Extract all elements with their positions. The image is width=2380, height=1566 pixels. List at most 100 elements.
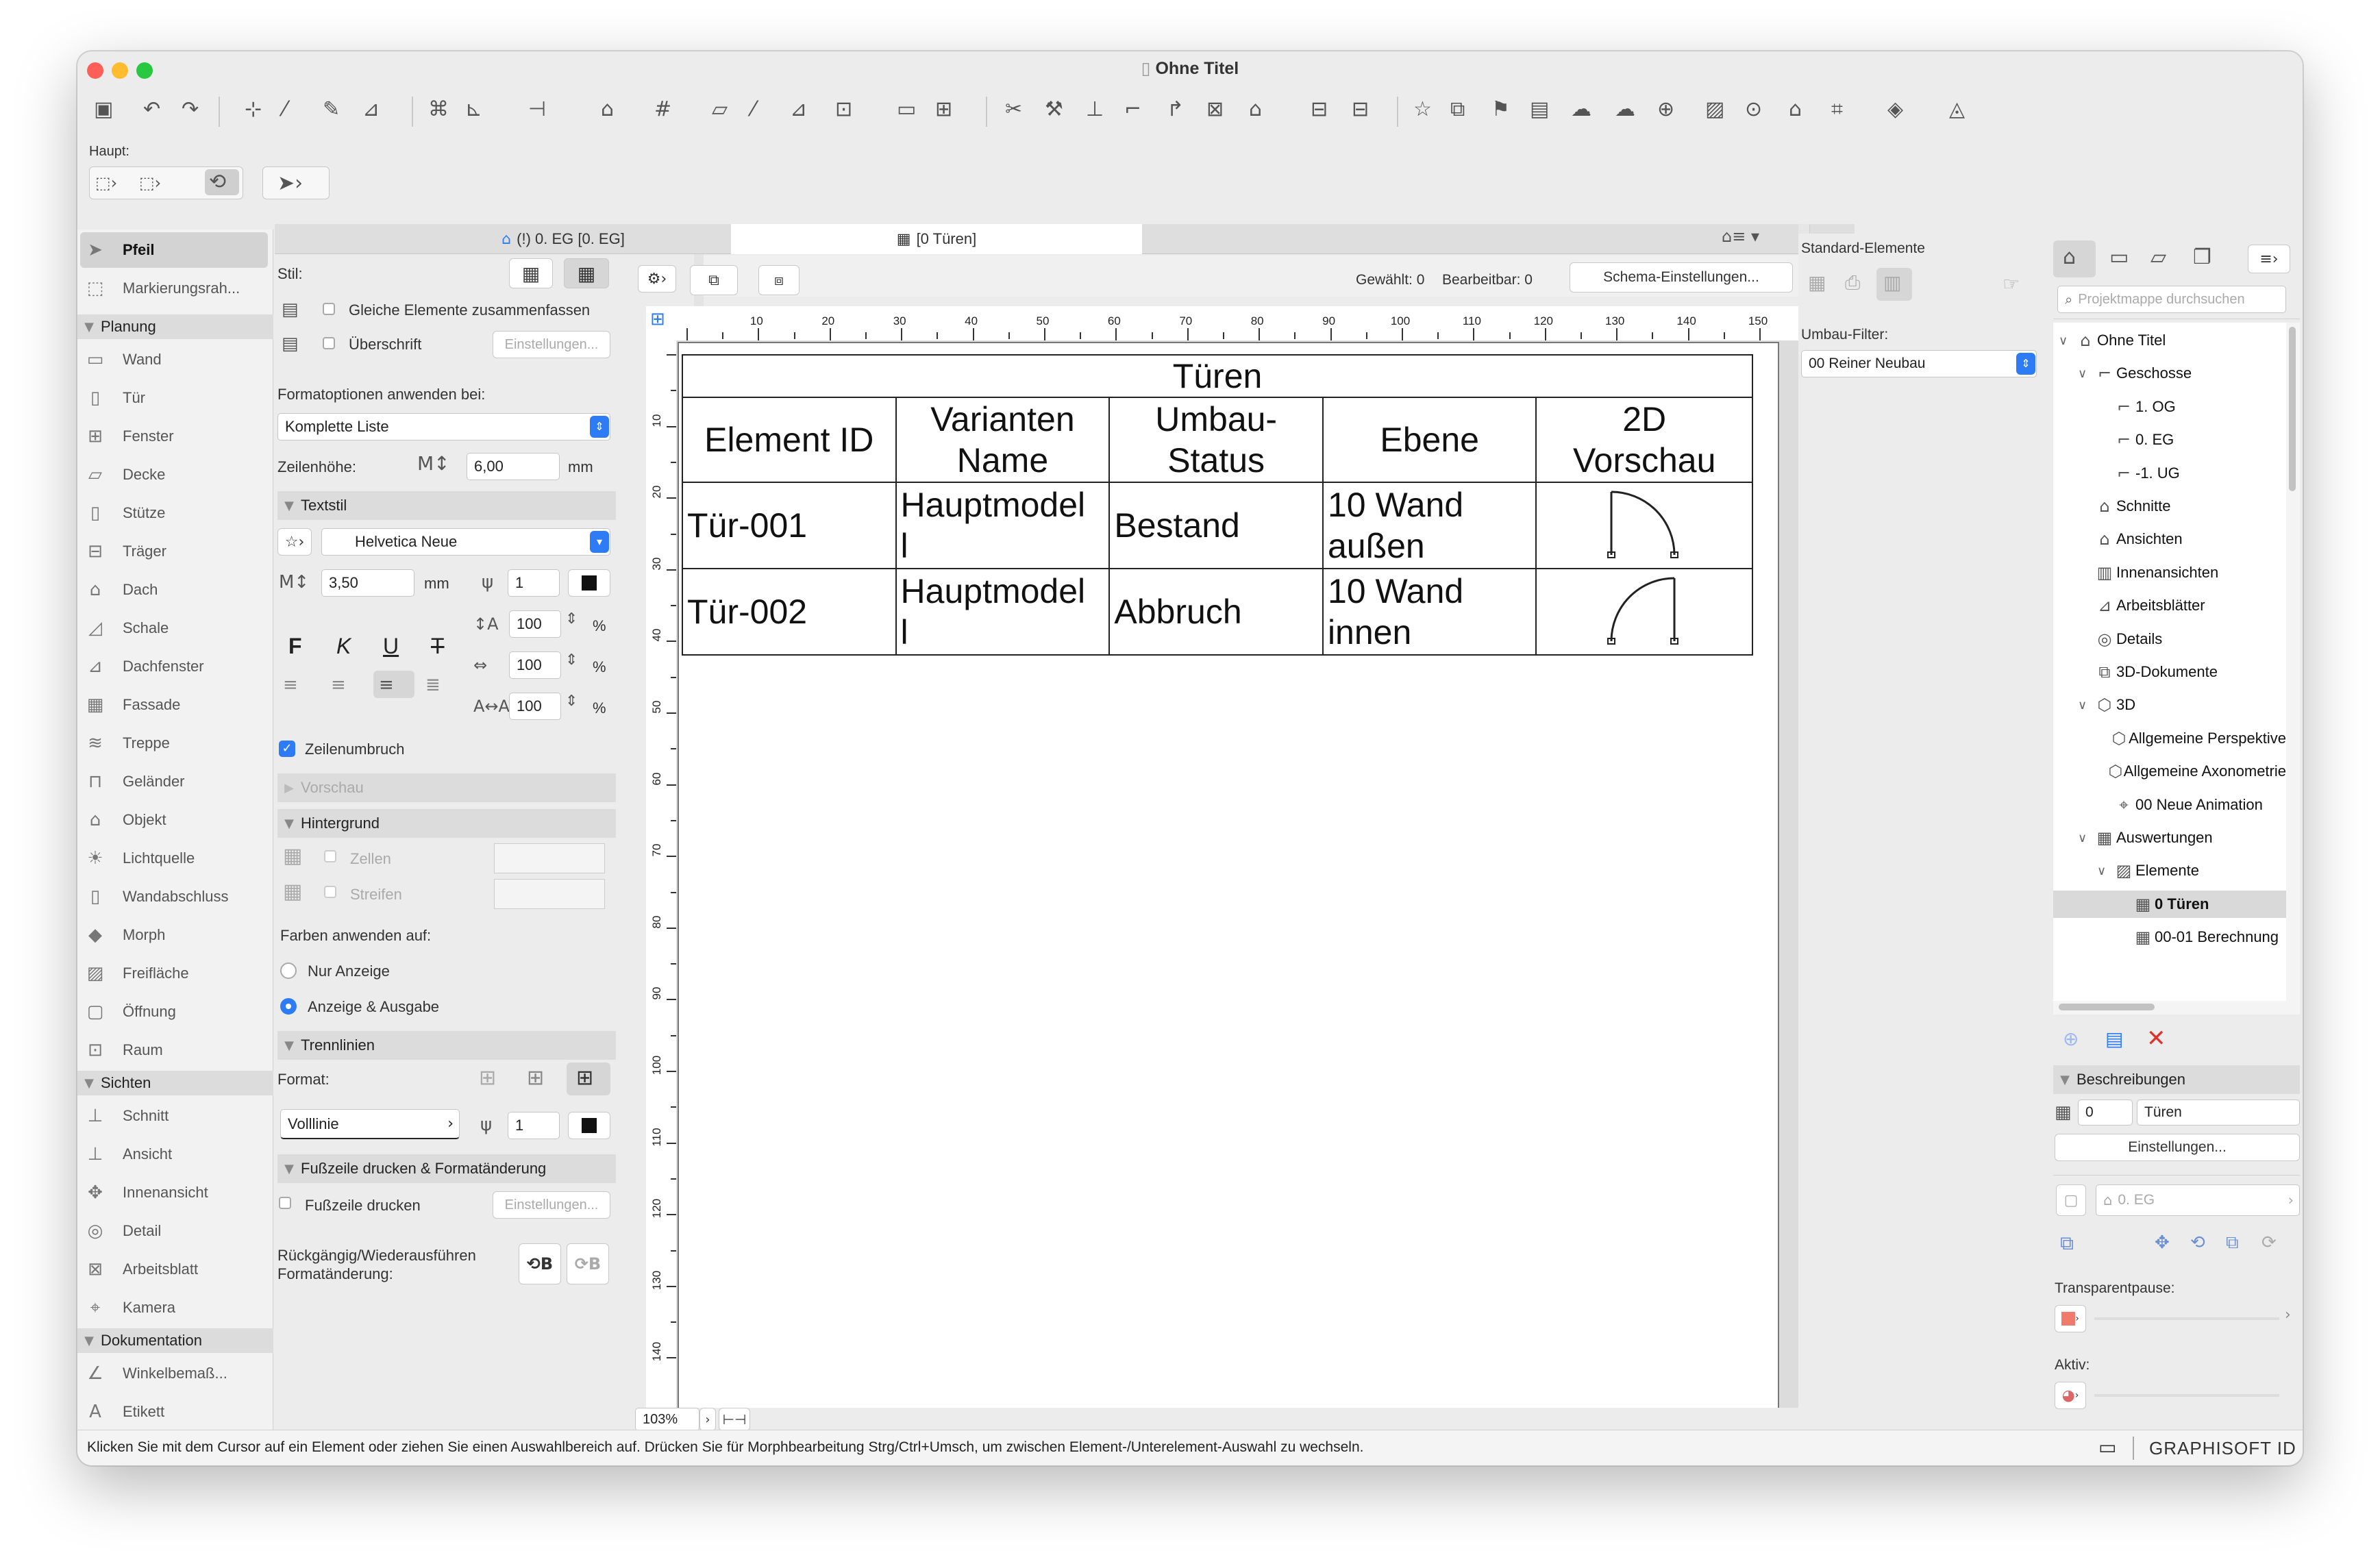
scissors-icon[interactable]: ✂: [1005, 99, 1022, 120]
active-slider[interactable]: [2094, 1394, 2279, 1397]
tree-item[interactable]: ⬡ Allgemeine Perspektive: [2053, 725, 2286, 752]
cell-preview[interactable]: [1535, 482, 1753, 569]
tool-morph[interactable]: ◆ Morph: [80, 917, 268, 953]
undo-format-button[interactable]: ⟲B: [519, 1243, 561, 1284]
publisher-icon[interactable]: ❐: [2193, 247, 2211, 268]
tree-item[interactable]: ⧉ 3D-Dokumente: [2053, 658, 2286, 686]
layout-book-icon[interactable]: ▱: [2150, 247, 2166, 268]
layers-icon[interactable]: ⧉: [1450, 99, 1465, 120]
ruler-icon[interactable]: ▭: [897, 99, 916, 120]
align-center-icon[interactable]: ≡: [331, 676, 346, 694]
tool-ansicht[interactable]: ⊥ Ansicht: [80, 1136, 268, 1172]
guide-icon[interactable]: ⊣: [528, 99, 546, 120]
grid-outer-icon[interactable]: ⊞: [479, 1068, 496, 1089]
tree-item[interactable]: ∨ ▨ Elemente: [2053, 857, 2286, 884]
header-element-id[interactable]: Element ID: [682, 397, 897, 483]
trace-color-button[interactable]: ›: [2055, 1305, 2086, 1332]
tree-item[interactable]: ⌐ -1. UG: [2053, 460, 2286, 487]
hammer-icon[interactable]: ⚒: [1045, 99, 1063, 120]
cell-variant-name[interactable]: Hauptmodel l: [895, 568, 1111, 656]
tool-geländer[interactable]: ⊓ Geländer: [80, 764, 268, 799]
flag-icon[interactable]: ⚑: [1491, 99, 1510, 120]
copy-layout-button[interactable]: ⧈: [758, 265, 799, 295]
shape-icon[interactable]: ◬: [1949, 99, 1965, 120]
teamwork-icon[interactable]: ⊕: [1657, 99, 1674, 120]
active-color-button[interactable]: ◕ ›: [2055, 1382, 2086, 1409]
split-icon[interactable]: ⌐: [1124, 99, 1141, 120]
tree-item[interactable]: ⌐ 1. OG: [2053, 393, 2286, 421]
italic-button[interactable]: K: [336, 634, 351, 659]
navigator-search[interactable]: ⌕ Projektmappe durchsuchen: [2057, 286, 2286, 313]
settings-gear-button[interactable]: ⚙›: [638, 265, 676, 293]
group-icon[interactable]: ⊞: [935, 99, 952, 120]
story-fit-icon[interactable]: ⌂: [601, 99, 614, 120]
hand-icon[interactable]: ☞: [2003, 275, 2020, 294]
font-size-input[interactable]: 3,50: [321, 569, 414, 597]
strikethrough-button[interactable]: T: [431, 634, 445, 659]
wrap-checkbox[interactable]: ✓: [279, 741, 295, 757]
roof-icon[interactable]: ⌂: [1249, 99, 1262, 120]
undo-icon[interactable]: ↶: [143, 99, 160, 120]
tool-innenansicht[interactable]: ✥ Innenansicht: [80, 1175, 268, 1210]
object-icon[interactable]: ◈: [1887, 99, 1903, 120]
header-checkbox[interactable]: [323, 337, 335, 349]
header-level[interactable]: Ebene: [1322, 397, 1537, 483]
tab-menu-icon[interactable]: ⌂≡ ▾: [1722, 228, 1759, 245]
tool-arbeitsblatt[interactable]: ⊠ Arbeitsblatt: [80, 1252, 268, 1287]
style-button-1[interactable]: ▦: [509, 258, 553, 288]
zoom-menu-button[interactable]: ›: [699, 1408, 716, 1431]
tree-item[interactable]: ⌂ Schnitte: [2053, 493, 2286, 520]
desc-name-input[interactable]: Türen: [2137, 1099, 2300, 1126]
fillet-icon[interactable]: ↱: [1167, 99, 1184, 120]
toggle-button-bg[interactable]: [551, 95, 590, 127]
tree-hscrollbar[interactable]: [2053, 1001, 2300, 1015]
header-renovation-status[interactable]: Umbau- Status: [1108, 397, 1324, 483]
edit-icon[interactable]: ⊿: [790, 99, 807, 120]
header-variant-name[interactable]: Varianten Name: [895, 397, 1111, 483]
rect-marquee-icon[interactable]: ⬚›: [139, 175, 161, 191]
trace-slider[interactable]: [2094, 1317, 2279, 1320]
toolbox-section-sichten[interactable]: ▼ Sichten: [77, 1071, 273, 1095]
tool-marquee[interactable]: ⬚ Markierungsrah...: [80, 271, 268, 306]
tool-träger[interactable]: ⊟ Träger: [80, 534, 268, 569]
tree-item[interactable]: ⌂ Ansichten: [2053, 525, 2286, 553]
tool-stütze[interactable]: ▯ Stütze: [80, 495, 268, 531]
char-spacing-stepper-icon[interactable]: ⇕: [565, 612, 578, 627]
tool-fassade[interactable]: ▦ Fassade: [80, 687, 268, 723]
line-color-swatch[interactable]: [568, 1112, 610, 1139]
adjust-icon[interactable]: ⊥: [1086, 99, 1104, 120]
layout-icon[interactable]: ▨: [1705, 99, 1724, 120]
stripes-color-swatch[interactable]: [494, 879, 605, 909]
save-icon[interactable]: ▣: [94, 99, 113, 120]
cell-status[interactable]: Abbruch: [1108, 568, 1324, 656]
tree-item[interactable]: ⌖ 00 Neue Animation: [2053, 791, 2286, 819]
chevron-down-icon[interactable]: ∨: [2097, 864, 2112, 878]
justify-icon[interactable]: ≣: [425, 676, 441, 694]
cell-level[interactable]: 10 Wand innen: [1322, 568, 1537, 656]
demolish-filter-icon[interactable]: ⎙: [1845, 273, 1860, 293]
tree-item[interactable]: ∨ ⬡ 3D: [2053, 691, 2286, 719]
line-type-select[interactable]: Volllinie ›: [280, 1109, 460, 1139]
grid-icon[interactable]: #: [654, 99, 671, 120]
apply-select[interactable]: Komplette Liste: [277, 413, 610, 440]
tree-item[interactable]: ⌐ 0. EG: [2053, 426, 2286, 453]
tree-item[interactable]: ▥ Innenansichten: [2053, 559, 2286, 586]
fit-width-button[interactable]: ⊢⊣: [719, 1408, 750, 1431]
tag-icon[interactable]: ⌗: [1831, 99, 1843, 120]
move-icon[interactable]: ✥: [2155, 1234, 2170, 1252]
tool-decke[interactable]: ▱ Decke: [80, 457, 268, 493]
textstil-section-header[interactable]: ▼ Textstil: [277, 491, 616, 520]
redo-format-button[interactable]: ⟳B: [567, 1243, 609, 1284]
story-select[interactable]: ⌂ 0. EG ›: [2096, 1184, 2300, 1216]
tree-item[interactable]: ∨ ⌂ Ohne Titel: [2053, 327, 2286, 354]
tool-freifläche[interactable]: ▨ Freifläche: [80, 956, 268, 991]
magic-wand-icon[interactable]: ⊿: [362, 99, 380, 120]
tree-item[interactable]: ◎ Details: [2053, 625, 2286, 653]
table-row[interactable]: Tür-002 Hauptmodel l Abbruch 10 Wand innen: [682, 568, 1753, 656]
footer-checkbox[interactable]: [279, 1197, 291, 1209]
toolbox-section-dokumentation[interactable]: ▼ Dokumentation: [77, 1328, 273, 1353]
marquee-select-icon[interactable]: ⬚›: [95, 175, 117, 191]
schema-settings-button[interactable]: Schema-Einstellungen...: [1570, 262, 1793, 293]
header-2d-preview[interactable]: 2D Vorschau: [1535, 397, 1753, 483]
radio-display-only[interactable]: [280, 962, 297, 979]
